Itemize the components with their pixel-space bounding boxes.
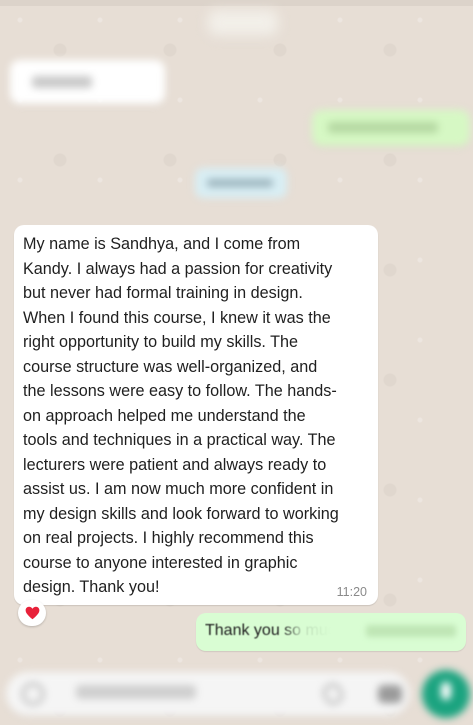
emoji-icon[interactable] xyxy=(22,683,44,705)
blurred-text xyxy=(207,179,273,187)
blurred-text xyxy=(366,625,456,637)
input-placeholder xyxy=(76,685,196,699)
message-timestamp: 11:20 xyxy=(336,585,367,599)
message-input-bar xyxy=(0,668,473,725)
message-text: My name is Sandhya, and I come from Kand… xyxy=(23,235,339,596)
system-notice-pill xyxy=(195,168,287,198)
incoming-message-bubble[interactable]: My name is Sandhya, and I come from Kand… xyxy=(14,225,378,605)
mic-button[interactable] xyxy=(422,670,470,718)
outgoing-message-bubble[interactable]: Thank you so much xyxy=(196,613,466,651)
heart-icon xyxy=(25,606,39,620)
camera-icon[interactable] xyxy=(378,685,402,703)
previous-incoming-message[interactable] xyxy=(10,60,165,104)
blurred-text xyxy=(328,122,438,133)
blurred-text xyxy=(32,76,92,88)
paperclip-icon[interactable] xyxy=(320,680,346,708)
header-edge xyxy=(0,0,473,6)
date-separator xyxy=(208,10,278,36)
mic-icon xyxy=(441,682,451,700)
reply-text: Thank you so much xyxy=(205,622,345,639)
previous-outgoing-message[interactable] xyxy=(312,110,470,146)
message-reaction[interactable] xyxy=(18,600,46,626)
message-input[interactable] xyxy=(6,672,410,716)
